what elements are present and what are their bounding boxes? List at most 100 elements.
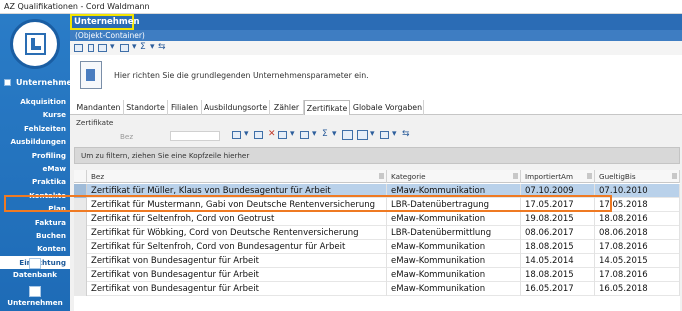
cell-kategorie[interactable]: eMaw-Kommunikation (387, 254, 521, 268)
print-icon[interactable] (120, 44, 129, 52)
tab-mandanten[interactable]: Mandanten (74, 100, 124, 115)
sum-icon[interactable]: Σ (322, 129, 328, 139)
dropdown-arrow-icon[interactable]: ▾ (132, 42, 137, 52)
tab-standorte[interactable]: Standorte (124, 100, 168, 115)
table-row[interactable]: Zertifikat von Bundesagentur für Arbeit … (74, 254, 680, 268)
row-selector[interactable] (74, 226, 87, 240)
cell-bez[interactable]: Zertifikat von Bundesagentur für Arbeit (87, 254, 387, 268)
cell-kategorie[interactable]: eMaw-Kommunikation (387, 240, 521, 254)
attach-icon[interactable] (88, 44, 94, 52)
cell-bez[interactable]: Zertifikat für Wöbking, Cord von Deutsch… (87, 226, 387, 240)
group-by-area[interactable]: Um zu filtern, ziehen Sie eine Kopfzeile… (74, 147, 680, 164)
column-header-gueltigbis[interactable]: GueltigBis (595, 170, 680, 183)
row-selector[interactable] (74, 184, 87, 198)
sidebar-item-faktura[interactable]: Faktura (0, 216, 70, 229)
cell-importiertam[interactable]: 14.05.2014 (521, 254, 595, 268)
table-row[interactable]: Zertifikat für Müller, Klaus von Bundesa… (74, 184, 680, 198)
cell-bez[interactable]: Zertifikat für Mustermann, Gabi von Deut… (87, 198, 387, 212)
dropdown-arrow-icon[interactable]: ▾ (110, 42, 115, 52)
tab-zertifikate[interactable]: Zertifikate (304, 100, 350, 116)
dropdown-arrow-icon[interactable]: ▾ (290, 129, 295, 139)
filter-input[interactable] (170, 131, 220, 141)
sidebar-item-praktika[interactable]: Praktika (0, 175, 70, 188)
sidebar-button-datenbank[interactable]: Datenbank (0, 256, 70, 282)
column-header-importiertam[interactable]: ImportiertAm (521, 170, 595, 183)
cell-kategorie[interactable]: eMaw-Kommunikation (387, 282, 521, 296)
table-row[interactable]: Zertifikat von Bundesagentur für Arbeit … (74, 268, 680, 282)
app-logo-icon[interactable] (10, 19, 60, 69)
cell-importiertam[interactable]: 07.10.2009 (521, 184, 595, 198)
dropdown-arrow-icon[interactable]: ▾ (392, 129, 397, 139)
cell-bez[interactable]: Zertifikat von Bundesagentur für Arbeit (87, 282, 387, 296)
row-selector[interactable] (74, 198, 87, 212)
column-header-kategorie[interactable]: Kategorie (387, 170, 521, 183)
dropdown-arrow-icon[interactable]: ▾ (150, 42, 155, 52)
cell-gueltigbis[interactable]: 17.05.2018 (595, 198, 680, 212)
cell-importiertam[interactable]: 17.05.2017 (521, 198, 595, 212)
delete-icon[interactable]: ✕ (268, 129, 276, 139)
sum-icon[interactable]: Σ (140, 42, 146, 52)
tab-ausbildungsorte[interactable]: Ausbildungsorte (202, 100, 270, 115)
layout-icon[interactable] (380, 131, 389, 139)
cell-importiertam[interactable]: 16.05.2017 (521, 282, 595, 296)
cell-gueltigbis[interactable]: 08.06.2018 (595, 226, 680, 240)
dropdown-arrow-icon[interactable]: ▾ (332, 129, 337, 139)
refresh-icon[interactable]: ⇆ (402, 129, 410, 139)
table-row[interactable]: Zertifikat für Mustermann, Gabi von Deut… (74, 198, 680, 212)
table-row[interactable]: Zertifikat von Bundesagentur für Arbeit … (74, 282, 680, 296)
sidebar-item-emaw[interactable]: eMaw (0, 162, 70, 175)
dropdown-arrow-icon[interactable]: ▾ (312, 129, 317, 139)
row-selector[interactable] (74, 212, 87, 226)
cell-gueltigbis[interactable]: 18.08.2016 (595, 212, 680, 226)
sidebar-item-akquisition[interactable]: Akquisition (0, 95, 70, 108)
layout-icon[interactable] (342, 130, 353, 140)
sidebar-item-ausbildungen[interactable]: Ausbildungen (0, 135, 70, 148)
print-icon[interactable] (300, 131, 309, 139)
open-folder-icon[interactable] (74, 44, 83, 52)
cell-gueltigbis[interactable]: 14.05.2015 (595, 254, 680, 268)
cell-kategorie[interactable]: eMaw-Kommunikation (387, 212, 521, 226)
row-selector[interactable] (74, 268, 87, 282)
tab-filialen[interactable]: Filialen (168, 100, 202, 115)
dropdown-arrow-icon[interactable]: ▾ (370, 129, 375, 139)
cell-bez[interactable]: Zertifikat für Seltenfroh, Cord von Bund… (87, 240, 387, 254)
tab-globale-vorgaben[interactable]: Globale Vorgaben (352, 100, 424, 115)
cell-importiertam[interactable]: 18.08.2015 (521, 268, 595, 282)
sidebar-item-buchen[interactable]: Buchen (0, 229, 70, 242)
cell-kategorie[interactable]: LBR-Datenübertragung (387, 198, 521, 212)
cell-gueltigbis[interactable]: 07.10.2010 (595, 184, 680, 198)
new-document-icon[interactable] (232, 131, 241, 139)
table-row[interactable]: Zertifikat für Seltenfroh, Cord von Geot… (74, 212, 680, 226)
cell-gueltigbis[interactable]: 16.05.2018 (595, 282, 680, 296)
cell-bez[interactable]: Zertifikat für Seltenfroh, Cord von Geot… (87, 212, 387, 226)
cell-bez[interactable]: Zertifikat von Bundesagentur für Arbeit (87, 268, 387, 282)
row-selector[interactable] (74, 240, 87, 254)
table-row[interactable]: Zertifikat für Wöbking, Cord von Deutsch… (74, 226, 680, 240)
sidebar-item-konten[interactable]: Konten (0, 242, 70, 255)
cell-importiertam[interactable]: 18.08.2015 (521, 240, 595, 254)
cell-importiertam[interactable]: 08.06.2017 (521, 226, 595, 240)
list-icon[interactable] (278, 131, 287, 139)
sidebar-item-profiling[interactable]: Profiling (0, 149, 70, 162)
sidebar-header[interactable]: Unternehmen (0, 76, 78, 90)
cell-kategorie[interactable]: eMaw-Kommunikation (387, 184, 521, 198)
row-selector[interactable] (74, 254, 87, 268)
sidebar-item-kurse[interactable]: Kurse (0, 108, 70, 121)
cell-gueltigbis[interactable]: 17.08.2016 (595, 240, 680, 254)
tab-zaehler[interactable]: Zähler (270, 100, 304, 115)
cell-importiertam[interactable]: 19.08.2015 (521, 212, 595, 226)
table-row[interactable]: Zertifikat für Seltenfroh, Cord von Bund… (74, 240, 680, 254)
row-selector[interactable] (74, 282, 87, 296)
list-icon[interactable] (98, 44, 107, 52)
layout-icon[interactable] (357, 130, 368, 140)
sidebar-item-kontakte[interactable]: Kontakte (0, 189, 70, 202)
dropdown-arrow-icon[interactable]: ▾ (244, 129, 249, 139)
column-header-bez[interactable]: Bez (87, 170, 387, 183)
cell-gueltigbis[interactable]: 17.08.2016 (595, 268, 680, 282)
refresh-icon[interactable]: ⇆ (158, 42, 166, 52)
sidebar-item-plan[interactable]: Plan (0, 202, 70, 215)
cell-bez[interactable]: Zertifikat für Müller, Klaus von Bundesa… (87, 184, 387, 198)
cell-kategorie[interactable]: eMaw-Kommunikation (387, 268, 521, 282)
cell-kategorie[interactable]: LBR-Datenübermittlung (387, 226, 521, 240)
sidebar-button-unternehmen[interactable]: Unternehmen (0, 284, 70, 310)
